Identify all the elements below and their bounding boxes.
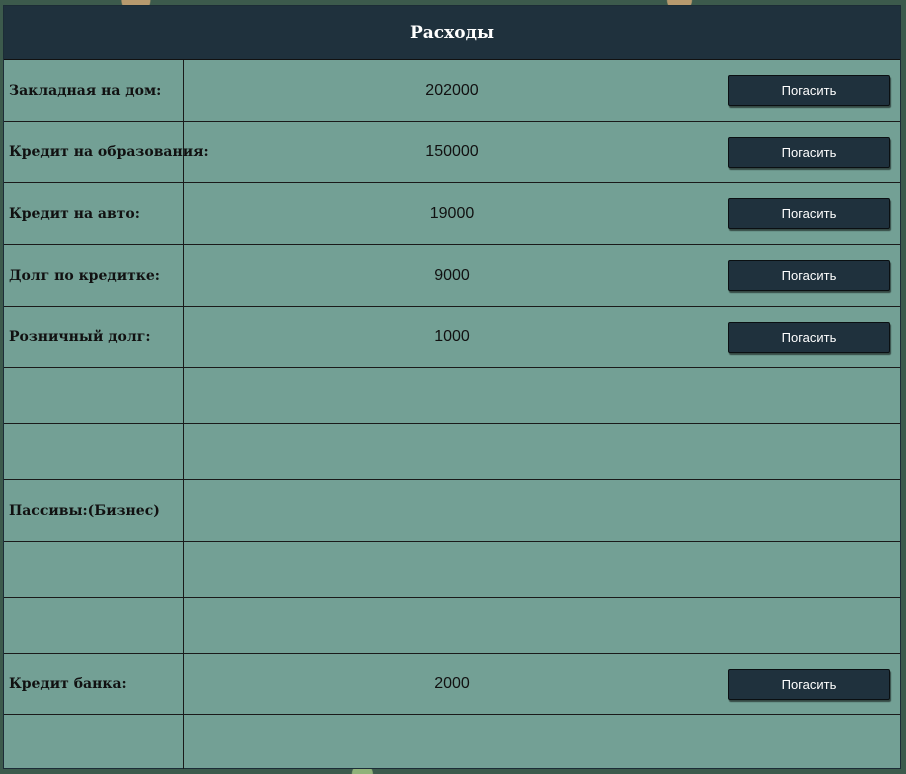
section-label: Пассивы:(Бизнес): [4, 480, 184, 541]
expenses-title: Расходы: [410, 22, 494, 43]
row-content: 1000 Погасить: [184, 307, 900, 367]
row-value: 1000: [434, 328, 470, 345]
row-label: Кредит на авто:: [4, 183, 184, 244]
row-content: 19000 Погасить: [184, 183, 900, 244]
row-label: [4, 424, 184, 479]
row-content: [184, 598, 900, 653]
row-content: [184, 715, 900, 769]
row-label: Розничный долг:: [4, 307, 184, 367]
row-label: [4, 368, 184, 423]
table-row-bank-loan: Кредит банка: 2000 Погасить: [4, 654, 900, 715]
row-content: [184, 368, 900, 423]
table-row-empty: [4, 542, 900, 598]
expenses-panel: Расходы Закладная на дом: 202000 Погасит…: [3, 5, 901, 769]
row-content: [184, 542, 900, 597]
pay-credit-card-button[interactable]: Погасить: [728, 260, 890, 291]
row-value: 19000: [429, 204, 475, 222]
row-label: [4, 542, 184, 597]
row-content: 150000 Погасить: [184, 122, 900, 182]
table-row-empty: [4, 368, 900, 424]
row-label: Кредит на образования:: [4, 122, 209, 182]
pay-education-loan-button[interactable]: Погасить: [728, 136, 890, 168]
row-content: 202000 Погасить: [184, 60, 900, 121]
table-row-empty: [4, 424, 900, 480]
table-row-mortgage: Закладная на дом: 202000 Погасить: [4, 60, 900, 122]
row-content: [184, 424, 900, 479]
row-content: [184, 480, 900, 541]
row-content: 2000 Погасить: [184, 654, 900, 714]
pay-car-loan-button[interactable]: Погасить: [728, 198, 890, 229]
row-label: Долг по кредитке:: [4, 245, 184, 306]
row-label: [4, 715, 184, 769]
row-label: Кредит банка:: [4, 654, 184, 714]
table-row-retail-debt: Розничный долг: 1000 Погасить: [4, 307, 900, 368]
row-value: 150000: [425, 143, 479, 160]
table-row-business-liabilities: Пассивы:(Бизнес): [4, 480, 900, 542]
row-content: 9000 Погасить: [184, 245, 900, 306]
pay-retail-debt-button[interactable]: Погасить: [728, 321, 890, 353]
table-row-car-loan: Кредит на авто: 19000 Погасить: [4, 183, 900, 245]
pay-mortgage-button[interactable]: Погасить: [728, 75, 890, 106]
row-value: 2000: [434, 675, 470, 692]
expenses-header: Расходы: [4, 6, 900, 60]
row-label: [4, 598, 184, 653]
row-value: 202000: [425, 81, 479, 99]
table-row-empty: [4, 598, 900, 654]
row-value: 9000: [434, 266, 470, 284]
row-label: Закладная на дом:: [4, 60, 184, 121]
pay-bank-loan-button[interactable]: Погасить: [728, 668, 890, 700]
table-row-credit-card-debt: Долг по кредитке: 9000 Погасить: [4, 245, 900, 307]
table-row-empty: [4, 715, 900, 769]
table-row-education-loan: Кредит на образования: 150000 Погасить: [4, 122, 900, 183]
